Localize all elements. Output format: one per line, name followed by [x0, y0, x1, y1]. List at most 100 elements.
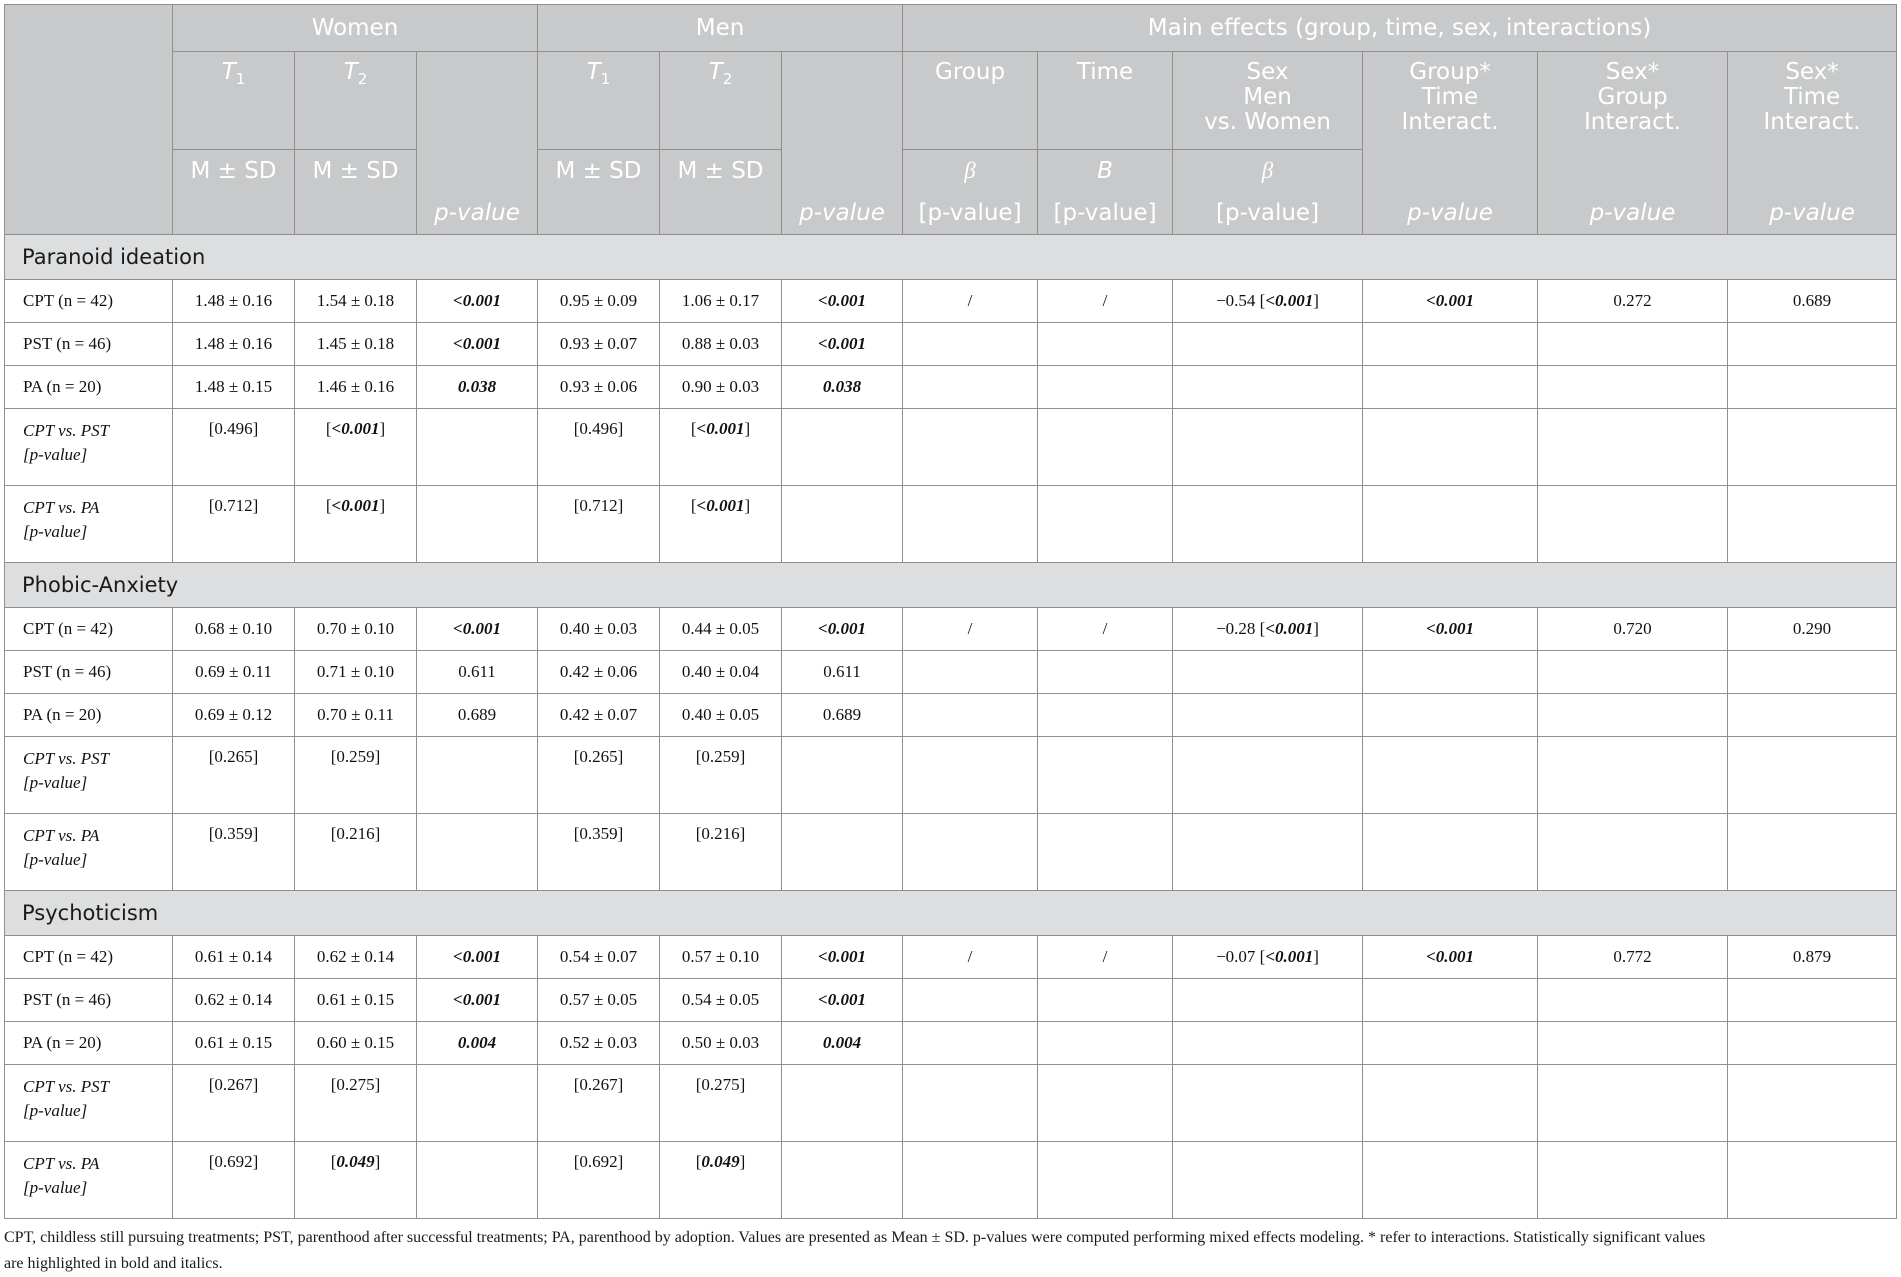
cell-value: [<0.001] [659, 485, 782, 563]
table-row: PA (n = 20) 1.48 ± 0.15 1.46 ± 0.16 0.03… [4, 365, 1898, 409]
cell-pvalue: 0.772 [1537, 935, 1729, 979]
table-row: PST (n = 46) 0.69 ± 0.11 0.71 ± 0.10 0.6… [4, 650, 1898, 694]
cell-value: [0.496] [172, 408, 295, 486]
cell-value: 0.44 ± 0.05 [659, 607, 782, 651]
section-row: Paranoid ideation [3, 234, 1898, 280]
cell-empty [1537, 1141, 1729, 1219]
women-t1-header: T1 [172, 51, 295, 150]
women-header: Women [172, 4, 538, 52]
cell-empty [1172, 1064, 1364, 1142]
cell-value: / [1037, 935, 1174, 979]
corner-cell [4, 4, 173, 235]
cell-value: 0.57 ± 0.10 [659, 935, 782, 979]
men-t1-blank [537, 192, 660, 235]
cell-empty [1727, 485, 1898, 563]
table-row: PA (n = 20) 0.61 ± 0.15 0.60 ± 0.15 0.00… [4, 1021, 1898, 1065]
cell-value: [0.712] [537, 485, 660, 563]
cell-empty [902, 485, 1039, 563]
sex-time-header: Sex* Time Interact. [1727, 51, 1898, 192]
cell-pvalue: 0.720 [1537, 607, 1729, 651]
cell-value: 0.54 ± 0.07 [537, 935, 660, 979]
row-label: CPT vs. PST [p-value] [4, 1064, 173, 1142]
cell-pvalue: 0.290 [1727, 607, 1898, 651]
cell-value: [0.267] [172, 1064, 295, 1142]
cell-empty [1537, 1064, 1729, 1142]
group-p-header: [p-value] [902, 192, 1039, 235]
cell-empty [1537, 485, 1729, 563]
cell-value: 1.48 ± 0.15 [172, 365, 295, 409]
cell-empty [1537, 736, 1729, 814]
cell-pvalue: 0.038 [416, 365, 538, 409]
women-t1-msd: M ± SD [172, 149, 295, 192]
cell-empty [780, 1141, 904, 1219]
cell-pvalue: <0.001 [416, 322, 538, 366]
cell-empty [1037, 1141, 1174, 1219]
section-title: Phobic-Anxiety [3, 562, 1898, 608]
cell-pvalue: 0.611 [416, 650, 538, 694]
cell-empty [1537, 365, 1729, 409]
women-t2-header: T2 [294, 51, 417, 150]
cell-empty [1362, 408, 1539, 486]
cell-pvalue: <0.001 [780, 978, 904, 1022]
cell-empty [1727, 1021, 1898, 1065]
results-table-container: Women Men Main effects (group, time, sex… [3, 4, 1898, 1277]
table-row: CPT vs. PA [p-value] [0.359] [0.216] [0.3… [4, 813, 1898, 891]
cell-value: / [1037, 279, 1174, 323]
row-label: CPT vs. PA [p-value] [4, 1141, 173, 1219]
cell-sex-effect: −0.54 [<0.001] [1172, 279, 1364, 323]
cell-empty [902, 813, 1039, 891]
group-header: Group [902, 51, 1039, 150]
cell-value: 0.61 ± 0.15 [172, 1021, 295, 1065]
table-header: Women Men Main effects (group, time, sex… [4, 4, 1898, 235]
cell-value: 0.90 ± 0.03 [659, 365, 782, 409]
footnote-line-1: CPT, childless still pursuing treatments… [4, 1229, 1706, 1246]
row-label: PA (n = 20) [4, 693, 173, 737]
row-label: CPT vs. PA [p-value] [4, 813, 173, 891]
cell-pvalue: <0.001 [416, 978, 538, 1022]
row-label: CPT vs. PST [p-value] [4, 736, 173, 814]
table-row: CPT (n = 42) 0.61 ± 0.14 0.62 ± 0.14 <0.… [4, 935, 1898, 979]
row-label: PST (n = 46) [4, 978, 173, 1022]
cell-pvalue: 0.689 [416, 693, 538, 737]
cell-empty [416, 408, 538, 486]
row-label: CPT (n = 42) [4, 607, 173, 651]
cell-empty [1172, 693, 1364, 737]
men-t2-blank [659, 192, 782, 235]
cell-pvalue: <0.001 [416, 279, 538, 323]
cell-empty [1362, 1021, 1539, 1065]
cell-pvalue: <0.001 [1362, 279, 1539, 323]
cell-value: 0.40 ± 0.03 [537, 607, 660, 651]
time-header: Time [1037, 51, 1174, 150]
cell-pvalue: <0.001 [780, 322, 904, 366]
sex-beta: β [1172, 149, 1364, 192]
cell-empty [416, 485, 538, 563]
cell-pvalue: <0.001 [1362, 935, 1539, 979]
cell-empty [1727, 650, 1898, 694]
cell-empty [1537, 322, 1729, 366]
cell-value: 0.69 ± 0.11 [172, 650, 295, 694]
cell-value: 0.88 ± 0.03 [659, 322, 782, 366]
sex-header: Sex Men vs. Women [1172, 51, 1364, 150]
cell-empty [1727, 736, 1898, 814]
sex-p-header: [p-value] [1172, 192, 1364, 235]
cell-empty [1037, 650, 1174, 694]
cell-pvalue: <0.001 [1362, 607, 1539, 651]
cell-empty [1172, 408, 1364, 486]
cell-empty [1037, 978, 1174, 1022]
cell-empty [1727, 1064, 1898, 1142]
cell-empty [1037, 485, 1174, 563]
cell-value: [0.259] [294, 736, 417, 814]
table-row: CPT (n = 42) 0.68 ± 0.10 0.70 ± 0.10 <0.… [4, 607, 1898, 651]
cell-empty [1537, 650, 1729, 694]
men-t2-msd: M ± SD [659, 149, 782, 192]
footnote-line-2: are highlighted in bold and italics. [4, 1255, 223, 1272]
cell-empty [1172, 978, 1364, 1022]
cell-value: 0.69 ± 0.12 [172, 693, 295, 737]
cell-value: [<0.001] [294, 408, 417, 486]
cell-empty [902, 322, 1039, 366]
cell-empty [416, 736, 538, 814]
cell-value: 1.06 ± 0.17 [659, 279, 782, 323]
cell-empty [1037, 1064, 1174, 1142]
cell-value: 0.52 ± 0.03 [537, 1021, 660, 1065]
cell-value: 0.70 ± 0.10 [294, 607, 417, 651]
